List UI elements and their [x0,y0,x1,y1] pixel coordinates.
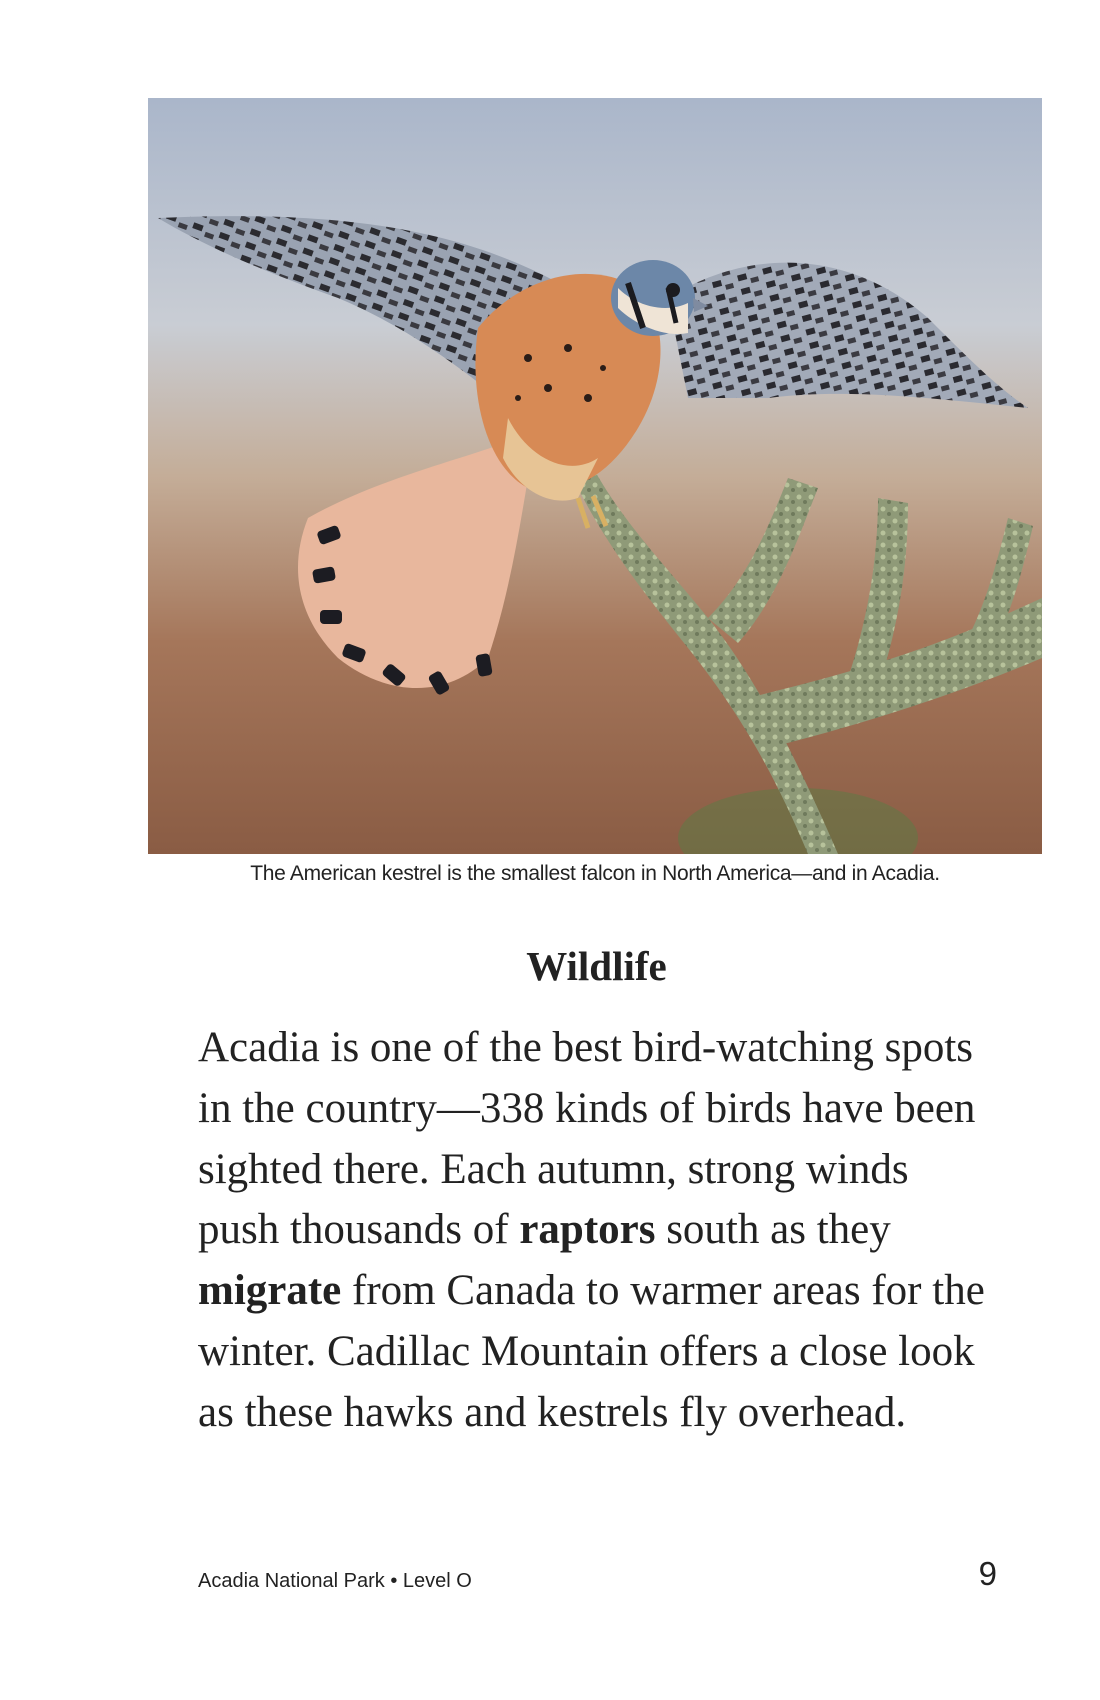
body-text-segment: south as they [655,1206,891,1254]
photo-caption: The American kestrel is the smallest fal… [250,862,940,885]
kestrel-photo [148,98,1042,854]
glossary-term-migrate: migrate [198,1267,342,1315]
section-heading: Wildlife [526,943,667,989]
glossary-term-raptors: raptors [519,1206,656,1254]
kestrel-illustration [148,98,1042,854]
footer-book-title: Acadia National Park • Level O [198,1570,472,1592]
body-paragraph: Acadia is one of the best bird-watching … [198,1018,998,1444]
page-number: 9 [978,1555,997,1592]
